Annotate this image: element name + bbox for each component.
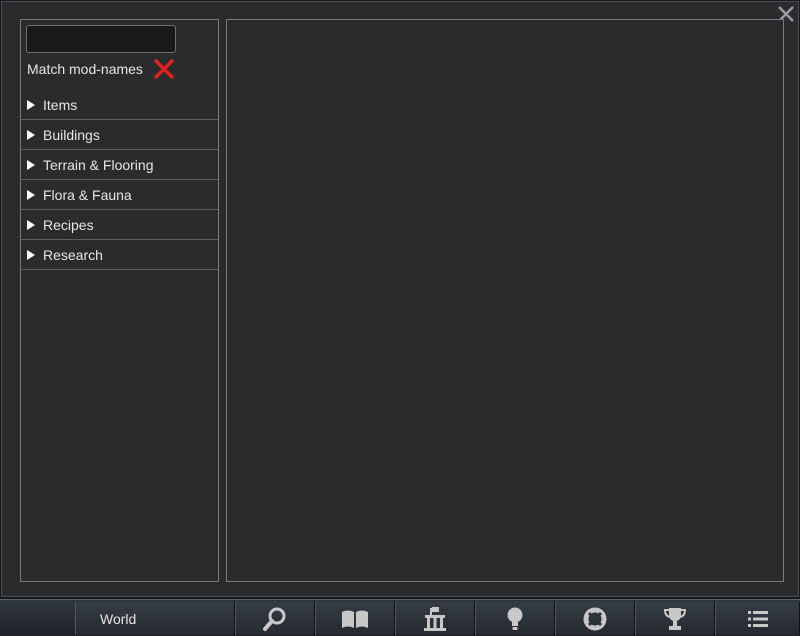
world-label: World — [100, 610, 137, 627]
trophy-icon — [663, 607, 687, 630]
lifebuoy-icon — [583, 607, 607, 630]
bottom-toolbar: World — [0, 599, 800, 636]
category-label: Buildings — [43, 126, 100, 143]
menu-button[interactable] — [715, 602, 800, 635]
book-icon — [342, 610, 368, 628]
lightbulb-icon — [507, 607, 523, 630]
category-label: Terrain & Flooring — [43, 156, 154, 173]
category-label: Research — [43, 246, 103, 263]
research-button[interactable] — [475, 602, 555, 635]
architect-button[interactable] — [395, 602, 475, 635]
category-buildings[interactable]: Buildings — [21, 120, 218, 150]
category-items[interactable]: Items — [21, 90, 218, 120]
search-input[interactable] — [26, 25, 176, 53]
category-label: Flora & Fauna — [43, 186, 132, 203]
achievements-button[interactable] — [635, 602, 715, 635]
category-flora-fauna[interactable]: Flora & Fauna — [21, 180, 218, 210]
category-terrain-flooring[interactable]: Terrain & Flooring — [21, 150, 218, 180]
category-list: Items Buildings Terrain & Flooring Flora… — [21, 90, 218, 270]
magnifier-icon — [263, 607, 286, 631]
book-button[interactable] — [315, 602, 395, 635]
help-button[interactable] — [555, 602, 635, 635]
architect-icon — [424, 606, 446, 631]
expand-arrow-icon — [27, 219, 35, 230]
category-label: Recipes — [43, 216, 94, 233]
category-research[interactable]: Research — [21, 240, 218, 270]
expand-arrow-icon — [27, 189, 35, 200]
search-button[interactable] — [235, 602, 315, 635]
menu-list-icon — [747, 610, 768, 627]
world-button[interactable]: World — [75, 602, 235, 635]
expand-arrow-icon — [27, 129, 35, 140]
expand-arrow-icon — [27, 159, 35, 170]
detail-panel — [226, 19, 784, 582]
category-panel: Match mod-names Items Buildings Terrain … — [20, 19, 219, 582]
mod-browser-window: Match mod-names Items Buildings Terrain … — [1, 1, 799, 597]
expand-arrow-icon — [27, 99, 35, 110]
match-mod-names-row: Match mod-names — [27, 58, 175, 80]
category-recipes[interactable]: Recipes — [21, 210, 218, 240]
expand-arrow-icon — [27, 249, 35, 260]
red-x-icon — [154, 59, 174, 79]
match-mod-names-label: Match mod-names — [27, 61, 143, 77]
match-mod-names-toggle[interactable] — [153, 58, 175, 80]
category-label: Items — [43, 96, 78, 113]
